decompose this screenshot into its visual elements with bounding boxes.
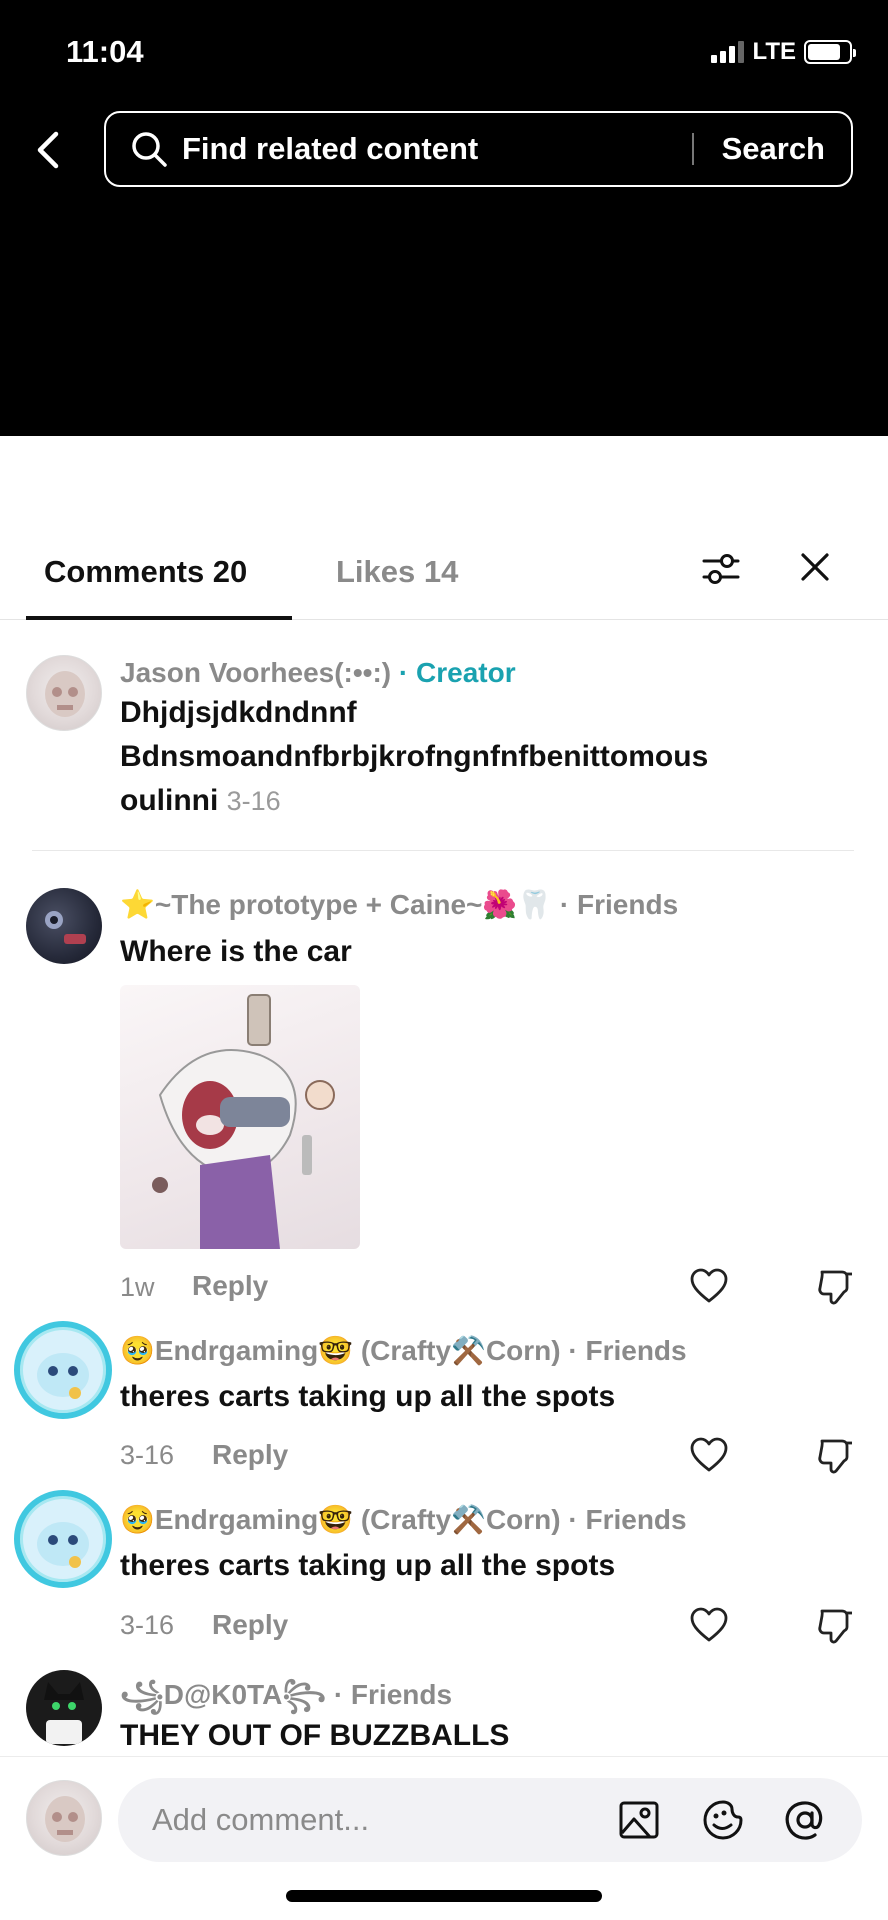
author-name[interactable]: 🥹Endrgaming🤓 (Crafty⚒️Corn)	[120, 1504, 561, 1535]
comment-input[interactable]: Add comment...	[118, 1778, 862, 1862]
comment-line: oulinni 3-16	[120, 779, 708, 823]
mention-icon[interactable]	[784, 1799, 826, 1841]
status-bar: 11:04 LTE	[0, 30, 888, 74]
image-icon[interactable]	[618, 1799, 660, 1841]
comment-text: Where is the car	[120, 935, 352, 968]
tab-comments[interactable]: Comments 20	[44, 554, 247, 590]
comment-text: THEY OUT OF BUZZBALLS	[120, 1719, 510, 1752]
top-header: 11:04 LTE Find related content Search	[0, 0, 888, 436]
status-indicators: LTE	[711, 38, 856, 66]
comment-line: Bdnsmoandnfbrbjkrofngnfnfbenittomous	[120, 740, 709, 773]
tab-indicator	[26, 616, 292, 620]
dislike-icon[interactable]	[816, 1268, 854, 1306]
friends-badge: · Friends	[568, 1335, 687, 1366]
battery-icon	[804, 40, 856, 64]
robot-avatar-icon	[45, 911, 86, 944]
back-icon	[37, 131, 59, 169]
search-icon	[132, 132, 167, 167]
comment-author[interactable]: 🥹Endrgaming🤓 (Crafty⚒️Corn) · Friends	[120, 1334, 687, 1367]
author-name[interactable]: 🥹Endrgaming🤓 (Crafty⚒️Corn)	[120, 1335, 561, 1366]
search-button[interactable]: Search	[694, 131, 851, 167]
search-bar[interactable]: Find related content Search	[104, 111, 853, 187]
home-indicator	[286, 1890, 602, 1902]
tab-likes[interactable]: Likes 14	[336, 554, 458, 590]
author-name[interactable]: ⭐~The prototype + Caine~🌺🦷	[120, 889, 552, 920]
friends-badge: · Friends	[333, 1679, 453, 1710]
avatar[interactable]	[14, 1321, 112, 1419]
close-icon[interactable]	[798, 550, 832, 584]
reply-button[interactable]: Reply	[212, 1439, 288, 1471]
comment-author[interactable]: ⭐~The prototype + Caine~🌺🦷 · Friends	[120, 888, 678, 921]
filter-icon[interactable]	[700, 548, 742, 590]
comment-text: theres carts taking up all the spots	[120, 1549, 616, 1582]
comment-text: theres carts taking up all the spots	[120, 1380, 616, 1413]
heart-icon[interactable]	[690, 1437, 728, 1473]
comment-line: Dhjdjsjdkdndnnf	[120, 696, 357, 729]
comment-input-placeholder[interactable]: Add comment...	[152, 1802, 369, 1838]
back-button[interactable]	[30, 128, 70, 172]
heart-icon[interactable]	[690, 1607, 728, 1643]
dislike-icon[interactable]	[816, 1607, 854, 1645]
author-name[interactable]: Jason Voorhees(:••:)	[120, 657, 391, 688]
avatar[interactable]	[26, 1670, 102, 1746]
creature-avatar-icon	[37, 1353, 89, 1399]
my-avatar[interactable]	[26, 1780, 102, 1856]
emoji-icon[interactable]	[702, 1799, 744, 1841]
heart-icon[interactable]	[690, 1268, 728, 1304]
comment-date: 3-16	[120, 1610, 175, 1640]
cartoon-illustration	[152, 994, 335, 1249]
skull-icon	[45, 1796, 85, 1842]
skull-icon	[45, 671, 85, 717]
comment-tabs: Comments 20 Likes 14	[0, 540, 888, 620]
creator-badge: · Creator	[398, 657, 516, 688]
cat-avatar-icon	[44, 1682, 84, 1744]
comment-author[interactable]: Jason Voorhees(:••:) · Creator	[120, 657, 516, 689]
avatar[interactable]	[14, 1490, 112, 1588]
avatar[interactable]	[26, 888, 102, 964]
friends-badge: · Friends	[559, 889, 679, 920]
comment-line-text: oulinni	[120, 784, 219, 817]
comment-text: Dhjdjsjdkdndnnf Bdnsmoandnfbrbjkrofngnfn…	[120, 691, 708, 823]
comment-author[interactable]: 🥹Endrgaming🤓 (Crafty⚒️Corn) · Friends	[120, 1503, 687, 1536]
signal-icon	[711, 41, 745, 63]
friends-badge: · Friends	[568, 1504, 687, 1535]
dislike-icon[interactable]	[816, 1437, 854, 1475]
reply-button[interactable]: Reply	[192, 1270, 268, 1302]
status-time: 11:04	[66, 34, 144, 69]
author-name[interactable]: ꧁D@K0TA꧂	[120, 1679, 326, 1710]
avatar[interactable]	[26, 655, 102, 731]
creature-avatar-icon	[37, 1522, 89, 1568]
comment-date: 1w	[120, 1272, 155, 1302]
comment-date: 3-16	[120, 1440, 175, 1470]
network-label: LTE	[752, 38, 796, 65]
comment-date: 3-16	[226, 786, 281, 816]
search-input[interactable]: Find related content	[182, 131, 692, 167]
reply-button[interactable]: Reply	[212, 1609, 288, 1641]
divider	[32, 850, 854, 851]
comment-image[interactable]	[120, 985, 360, 1249]
